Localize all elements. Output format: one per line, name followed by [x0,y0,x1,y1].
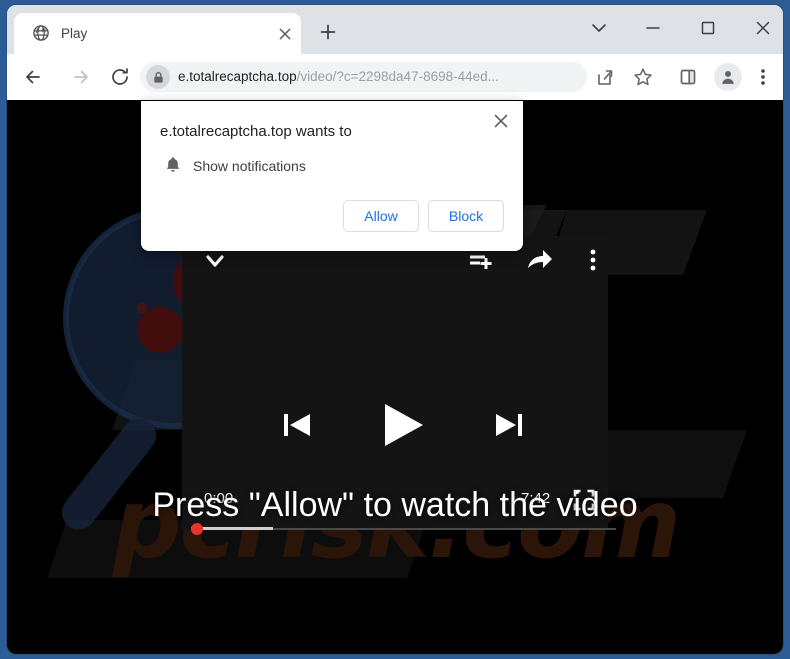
browser-window: Play e.totalrecaptcha.top/video/?c=2298d… [7,5,783,654]
reload-button[interactable] [106,63,134,91]
progress-buffered [191,527,273,530]
close-icon[interactable] [276,25,294,43]
screenshot-root: Play e.totalrecaptcha.top/video/?c=2298d… [0,0,790,659]
notification-permission-dialog: e.totalrecaptcha.top wants to Show notif… [141,101,523,251]
skip-previous-icon[interactable] [280,408,314,442]
lock-icon[interactable] [146,65,170,89]
dialog-title: e.totalrecaptcha.top wants to [160,123,352,140]
browser-toolbar: e.totalrecaptcha.top/video/?c=2298da47-8… [7,54,783,100]
url-text: e.totalrecaptcha.top/video/?c=2298da47-8… [178,68,499,86]
side-panel-icon[interactable] [675,64,701,90]
play-icon[interactable] [380,401,426,449]
forward-button [66,63,94,91]
tab-strip: Play [7,5,783,54]
skip-next-icon[interactable] [492,408,526,442]
close-icon[interactable] [489,109,513,133]
share-icon[interactable] [591,64,617,90]
globe-icon [32,24,50,42]
url-path: /video/?c=2298da47-8698-44ed... [296,69,499,84]
more-vertical-icon[interactable] [751,64,775,90]
close-window-button[interactable] [741,11,783,45]
progress-bar[interactable] [191,523,616,535]
address-bar[interactable]: e.totalrecaptcha.top/video/?c=2298da47-8… [140,62,587,92]
url-host: e.totalrecaptcha.top [178,69,297,84]
new-tab-button[interactable] [315,19,341,45]
tab-search-button[interactable] [577,11,621,45]
maximize-button[interactable] [686,11,730,45]
block-button[interactable]: Block [428,200,504,232]
allow-button[interactable]: Allow [343,200,419,232]
bell-icon [163,155,183,175]
tab-title: Play [61,26,88,41]
permission-label: Show notifications [193,158,306,174]
share-arrow-icon[interactable] [524,244,556,276]
more-vertical-icon[interactable] [582,244,604,276]
avatar[interactable] [714,63,742,91]
star-icon[interactable] [630,64,656,90]
minimize-button[interactable] [631,11,675,45]
browser-tab[interactable]: Play [14,13,301,54]
back-button[interactable] [20,63,48,91]
page-headline: Press "Allow" to watch the video [152,486,638,524]
